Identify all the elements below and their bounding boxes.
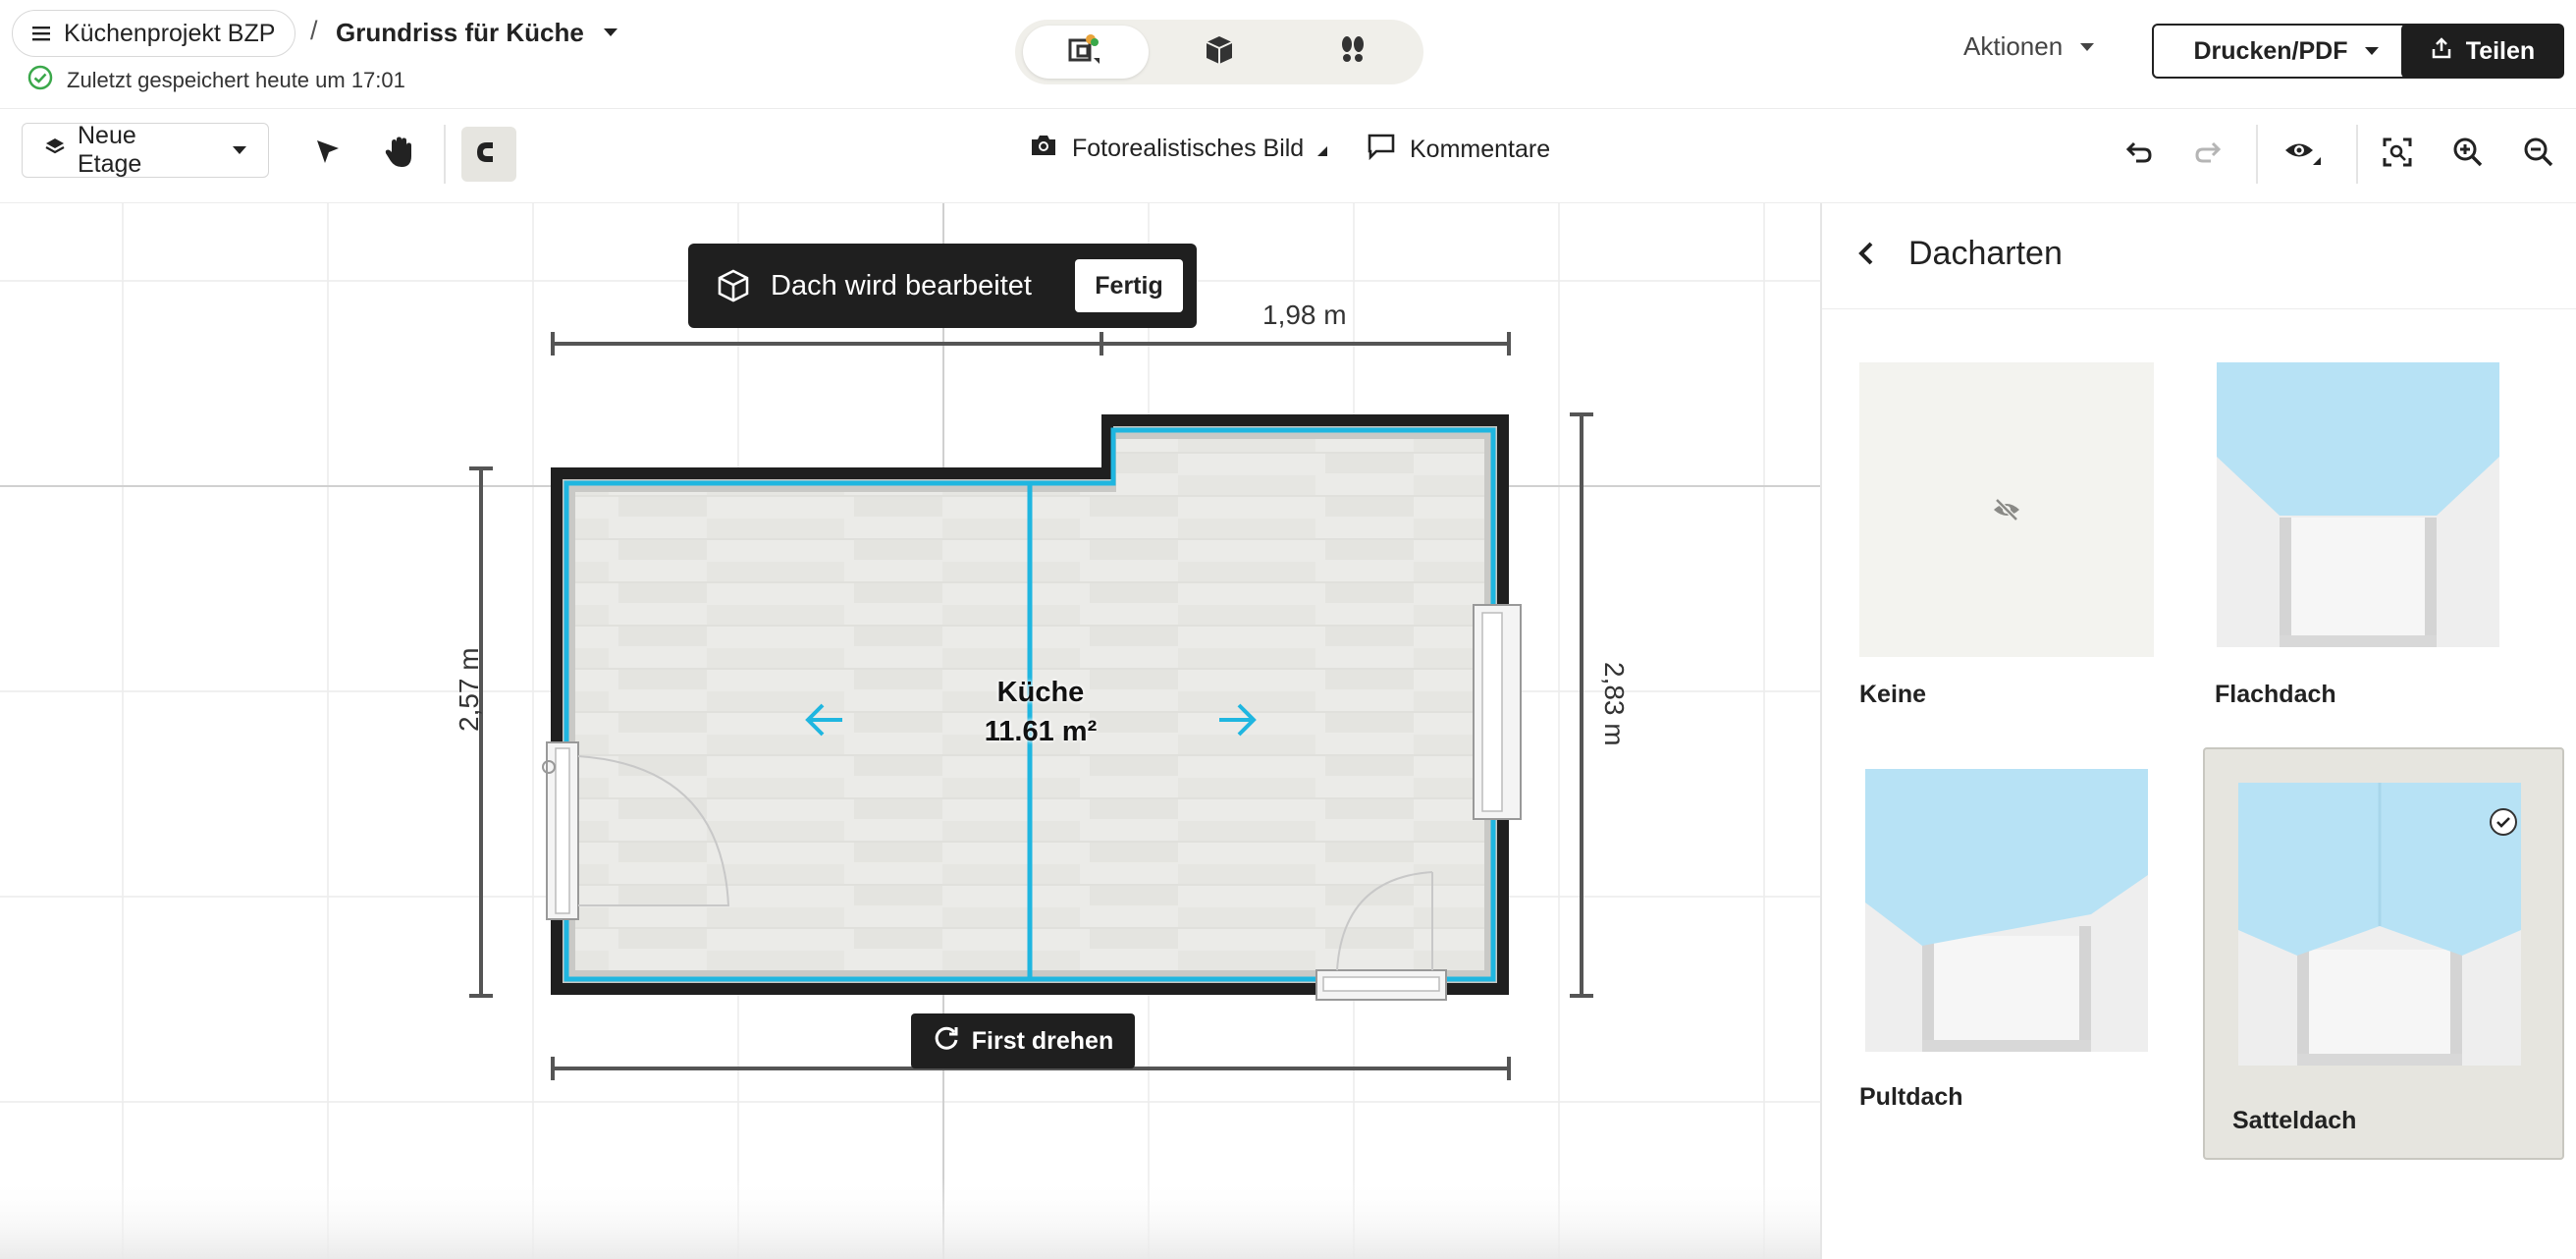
- corner-triangle-icon: [1317, 135, 1328, 163]
- toolbar-divider: [2256, 125, 2258, 184]
- toolbar-divider: [444, 125, 446, 184]
- roof-label-flachdach: Flachdach: [2215, 681, 2336, 708]
- selected-check-icon: [2490, 808, 2517, 836]
- roof-preview-shed: [1865, 769, 2148, 1052]
- actions-menu[interactable]: Aktionen: [1963, 31, 2095, 62]
- back-button[interactable]: [1852, 239, 1881, 273]
- share-label: Teilen: [2465, 36, 2536, 65]
- share-icon: [2431, 36, 2452, 67]
- undo-icon: [2122, 138, 2154, 171]
- redo-icon: [2193, 138, 2225, 171]
- chevron-down-icon: [603, 28, 617, 36]
- select-tool[interactable]: [300, 127, 355, 182]
- actions-label: Aktionen: [1963, 31, 2064, 61]
- dimension-label-left: 2,57 m: [454, 647, 484, 732]
- comment-icon: [1367, 133, 1396, 167]
- focus-icon: [2382, 137, 2413, 173]
- roof-label-satteldach: Satteldach: [2232, 1107, 2357, 1134]
- print-label: Drucken/PDF: [2193, 36, 2348, 65]
- photorealistic-label: Fotorealistisches Bild: [1072, 135, 1305, 162]
- pan-tool[interactable]: [371, 127, 426, 182]
- visibility-button[interactable]: [2276, 127, 2331, 182]
- rotate-icon: [933, 1024, 960, 1059]
- editor-toolbar: Neue Etage Fotorealistisches Bild Kommen…: [0, 109, 2576, 203]
- roof-types-panel: Dacharten Keine Flachdach Pultdach Satte…: [1820, 203, 2576, 1259]
- view-2d-button[interactable]: [1023, 26, 1149, 79]
- view-walk-button[interactable]: [1290, 26, 1416, 79]
- project-name: Küchenprojekt BZP: [64, 19, 276, 47]
- zoom-out-icon: [2523, 137, 2554, 173]
- chevron-left-icon: [1852, 242, 1881, 272]
- eye-off-icon: [1991, 494, 2022, 530]
- photorealistic-button[interactable]: Fotorealistisches Bild: [1029, 133, 1328, 165]
- toolbar-divider: [2356, 125, 2358, 184]
- floorplan-canvas[interactable]: 1,98 m 2,57 m 2,83 m Küche 11.61 m² Dach…: [0, 203, 1820, 1259]
- room-area: 11.61 m²: [984, 716, 1098, 747]
- plan-name-dropdown[interactable]: Grundriss für Küche: [336, 10, 617, 55]
- roof-preview-flat: [2217, 362, 2499, 647]
- hand-icon: [382, 135, 415, 175]
- zoom-in-icon: [2452, 137, 2484, 173]
- cursor-icon: [311, 136, 345, 174]
- footprints-icon: [1336, 33, 1369, 72]
- hamburger-icon: [32, 20, 50, 48]
- magnet-icon: [473, 138, 505, 171]
- chevron-down-icon: [233, 146, 246, 154]
- layers-icon: [44, 137, 66, 165]
- roof-label-pultdach-text: Pultdach: [1859, 1083, 1963, 1111]
- eye-icon: [2283, 137, 2323, 172]
- roof-preview-none: [1859, 362, 2154, 657]
- saved-status-text: Zuletzt gespeichert heute um 17:01: [67, 68, 405, 92]
- panel-header: Dacharten: [1822, 203, 2576, 309]
- breadcrumb-separator: /: [310, 16, 318, 45]
- floor-label: Neue Etage: [78, 122, 142, 178]
- plan-2d-icon: [1066, 32, 1105, 73]
- toast-text: Dach wird bearbeitet: [771, 269, 1032, 301]
- room-name: Küche: [996, 677, 1085, 708]
- dimension-label-top-right: 1,98 m: [1262, 300, 1347, 330]
- cube-icon: [1203, 33, 1236, 72]
- room-label[interactable]: Küche 11.61 m²: [942, 673, 1139, 751]
- zoom-in-button[interactable]: [2441, 127, 2496, 182]
- comments-button[interactable]: Kommentare: [1367, 133, 1550, 167]
- roof-preview-gable: [2238, 783, 2521, 1066]
- camera-icon: [1029, 133, 1058, 165]
- print-pdf-button[interactable]: Drucken/PDF: [2152, 24, 2421, 79]
- rotate-ridge-button[interactable]: First drehen: [911, 1013, 1135, 1068]
- roof-option-flachdach[interactable]: Flachdach: [2201, 339, 2535, 716]
- zoom-out-button[interactable]: [2511, 127, 2566, 182]
- roof-option-pultdach[interactable]: Pultdach: [1842, 749, 2175, 1126]
- chevron-down-icon: [2080, 42, 2095, 51]
- panel-title: Dacharten: [1908, 235, 2063, 272]
- fit-view-button[interactable]: [2370, 127, 2425, 182]
- chevron-down-icon: [2365, 47, 2380, 55]
- project-menu-button[interactable]: Küchenprojekt BZP: [12, 10, 296, 57]
- cube-outline-icon: [716, 268, 751, 303]
- floor-select[interactable]: Neue Etage: [22, 122, 269, 178]
- top-header: Küchenprojekt BZP / Grundriss für Küche …: [0, 0, 2576, 109]
- undo-button[interactable]: [2111, 127, 2166, 182]
- roof-option-satteldach[interactable]: Satteldach: [2203, 747, 2564, 1160]
- rotate-label: First drehen: [971, 1026, 1114, 1055]
- view-mode-switch: [1015, 20, 1423, 84]
- floorplan-drawing: [0, 203, 1820, 1259]
- dimension-label-right: 2,83 m: [1599, 662, 1630, 746]
- view-3d-button[interactable]: [1156, 26, 1282, 79]
- done-button[interactable]: Fertig: [1075, 259, 1183, 312]
- redo-button[interactable]: [2181, 127, 2236, 182]
- plan-name: Grundriss für Küche: [336, 17, 584, 47]
- roof-option-keine[interactable]: Keine: [1842, 339, 2175, 716]
- share-button[interactable]: Teilen: [2401, 24, 2564, 79]
- snap-magnet-toggle[interactable]: [461, 127, 516, 182]
- roof-edit-toast: Dach wird bearbeitet Fertig: [688, 244, 1197, 328]
- check-circle-icon: [27, 65, 53, 96]
- comments-label: Kommentare: [1410, 136, 1551, 163]
- roof-label-keine: Keine: [1859, 681, 1927, 708]
- save-status: Zuletzt gespeichert heute um 17:01: [27, 65, 405, 96]
